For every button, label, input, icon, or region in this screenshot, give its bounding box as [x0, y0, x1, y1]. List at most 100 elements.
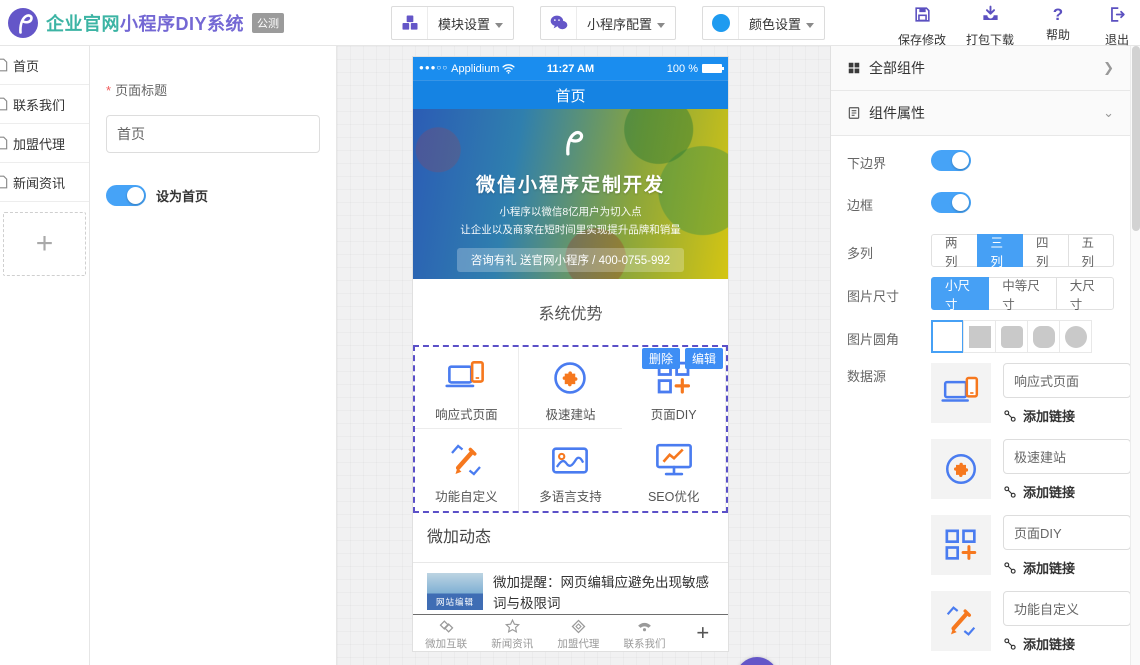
brand-diamond-icon: [438, 618, 455, 635]
news-list-item[interactable]: 网站编辑 微加提醒：网页编辑应避免出现敏感词与极限词: [413, 563, 728, 615]
banner-promo-pill: 咨询有礼 送官网小程序 / 400-0755-992: [457, 248, 684, 272]
data-source-input[interactable]: [1003, 515, 1130, 550]
radius-option-rounded-lg[interactable]: [1027, 320, 1060, 353]
grid-item-multilang[interactable]: 多语言支持: [519, 429, 623, 511]
grid-item-seo[interactable]: SEO优化: [622, 429, 726, 511]
app-window: 企业官网小程序DIY系统 公测 模块设置 小程序配置 颜色设置: [0, 0, 1140, 665]
sidebar-item-contact[interactable]: 联系我们: [0, 85, 89, 124]
pencil-icon: [931, 591, 991, 651]
app-title-secondary: 小程序DIY系统: [120, 14, 244, 34]
columns-option-4[interactable]: 四列: [1022, 234, 1069, 267]
radius-option-circle[interactable]: [1059, 320, 1092, 353]
exit-button[interactable]: 退出: [1100, 5, 1134, 48]
bottom-border-row: 下边界: [847, 150, 1114, 172]
banner-subtitle-2: 让企业以及商家在短时间里实现提升品牌和销量: [413, 222, 728, 237]
download-button[interactable]: 打包下载: [964, 5, 1016, 48]
phone-nav-title: 首页: [555, 85, 585, 106]
edit-button[interactable]: 编辑: [685, 348, 723, 369]
data-source-input[interactable]: [1003, 591, 1130, 626]
data-source-row: 数据源 添加链接: [847, 363, 1114, 665]
border-row: 边框: [847, 192, 1114, 214]
radius-option-none-selected[interactable]: [931, 320, 964, 353]
banner-subtitle-1: 小程序以微信8亿用户为切入点: [413, 204, 728, 219]
data-source-input[interactable]: [1003, 439, 1130, 474]
grid-item-responsive[interactable]: 响应式页面: [415, 347, 519, 429]
tab-agent[interactable]: 加盟代理: [545, 616, 611, 651]
tab-brand[interactable]: 微加互联: [413, 616, 479, 651]
all-components-header[interactable]: 全部组件 ❯: [831, 46, 1130, 91]
delete-button[interactable]: 删除: [642, 348, 680, 369]
image-size-small-selected[interactable]: 小尺寸: [931, 277, 989, 310]
image-size-medium[interactable]: 中等尺寸: [988, 277, 1056, 310]
color-settings-dropdown[interactable]: 颜色设置: [702, 6, 825, 40]
grid-item-custom-function[interactable]: 功能自定义: [415, 429, 519, 511]
columns-option-3-selected[interactable]: 三列: [977, 234, 1024, 267]
tab-add-button[interactable]: +: [678, 620, 728, 646]
module-settings-label: 模块设置: [428, 14, 513, 33]
bottom-border-toggle[interactable]: [931, 150, 971, 171]
header-actions: 保存修改 打包下载 ? 帮助 退出: [896, 5, 1134, 48]
phone-preview: ●●●○○ Applidium 11:27 AM 100 % 首页 微信小程序定…: [413, 57, 728, 651]
add-link-button[interactable]: 添加链接: [1003, 634, 1130, 653]
scrollbar-thumb[interactable]: [1132, 46, 1140, 231]
wechat-icon: [541, 7, 577, 39]
top-header: 企业官网小程序DIY系统 公测 模块设置 小程序配置 颜色设置: [0, 0, 1140, 46]
border-toggle[interactable]: [931, 192, 971, 213]
exit-label: 退出: [1105, 31, 1129, 48]
columns-option-2[interactable]: 两列: [931, 234, 978, 267]
set-home-row: 设为首页: [106, 185, 320, 206]
columns-option-5[interactable]: 五列: [1068, 234, 1115, 267]
miniprogram-config-label: 小程序配置: [577, 14, 675, 33]
add-page-button[interactable]: +: [3, 212, 86, 276]
data-source-items: 添加链接 添加链接: [931, 363, 1130, 665]
add-link-button[interactable]: 添加链接: [1003, 482, 1130, 501]
page-icon: [0, 175, 9, 189]
help-button[interactable]: ? 帮助: [1032, 5, 1084, 48]
selected-grid-component[interactable]: 删除 编辑 响应式页面 极速建站 页面DIY 功能自定义: [413, 345, 728, 513]
module-settings-dropdown[interactable]: 模块设置: [391, 6, 514, 40]
columns-segmented: 两列 三列 四列 五列: [931, 234, 1114, 267]
banner-carousel[interactable]: 微信小程序定制开发 小程序以微信8亿用户为切入点 让企业以及商家在短时间里实现提…: [413, 109, 728, 279]
all-components-label: 全部组件: [869, 58, 925, 78]
plus-icon: +: [36, 227, 54, 261]
component-props-header[interactable]: 组件属性 ⌄: [831, 91, 1130, 136]
data-source-item-page-diy: 添加链接: [931, 515, 1130, 577]
sidebar-item-home[interactable]: 首页: [0, 46, 89, 85]
image-radius-label: 图片圆角: [847, 320, 931, 348]
sidebar-item-agent[interactable]: 加盟代理: [0, 124, 89, 163]
components-grid-icon: [847, 61, 861, 75]
image-size-large[interactable]: 大尺寸: [1056, 277, 1114, 310]
responsive-page-icon: [931, 363, 991, 423]
grid-item-fast-build[interactable]: 极速建站: [519, 347, 623, 429]
puzzle-icon: [931, 439, 991, 499]
header-menus: 模块设置 小程序配置 颜色设置: [391, 6, 825, 40]
diy-squares-icon: [931, 515, 991, 575]
required-mark: *: [106, 83, 111, 98]
add-link-button[interactable]: 添加链接: [1003, 406, 1130, 425]
data-source-input[interactable]: [1003, 363, 1130, 398]
help-icon: ?: [1053, 5, 1063, 24]
component-props-label: 组件属性: [869, 103, 925, 123]
image-icon: [549, 439, 591, 481]
sidebar-item-news[interactable]: 新闻资讯: [0, 163, 89, 202]
radius-option-rounded-sm[interactable]: [995, 320, 1028, 353]
tab-contact[interactable]: 联系我们: [611, 616, 677, 651]
page-list-sidebar: 首页 联系我们 加盟代理 新闻资讯 +: [0, 46, 90, 665]
help-label: 帮助: [1046, 26, 1070, 43]
save-button[interactable]: 保存修改: [896, 5, 948, 48]
news-headline: 微加提醒：网页编辑应避免出现敏感词与极限词: [493, 573, 714, 615]
miniprogram-config-dropdown[interactable]: 小程序配置: [540, 6, 676, 40]
add-link-button[interactable]: 添加链接: [1003, 558, 1130, 577]
set-home-toggle[interactable]: [106, 185, 146, 206]
exit-icon: [1108, 5, 1127, 29]
responsive-page-icon: [445, 357, 487, 399]
save-label: 保存修改: [898, 31, 946, 48]
panel-scrollbar[interactable]: [1130, 46, 1140, 665]
tag-diamond-icon: [570, 618, 587, 635]
star-icon: [504, 618, 521, 635]
border-label: 边框: [847, 192, 931, 214]
preview-eye-button[interactable]: [736, 657, 778, 665]
tab-news[interactable]: 新闻资讯: [479, 616, 545, 651]
radius-option-square[interactable]: [963, 320, 996, 353]
page-title-input[interactable]: [106, 115, 320, 153]
